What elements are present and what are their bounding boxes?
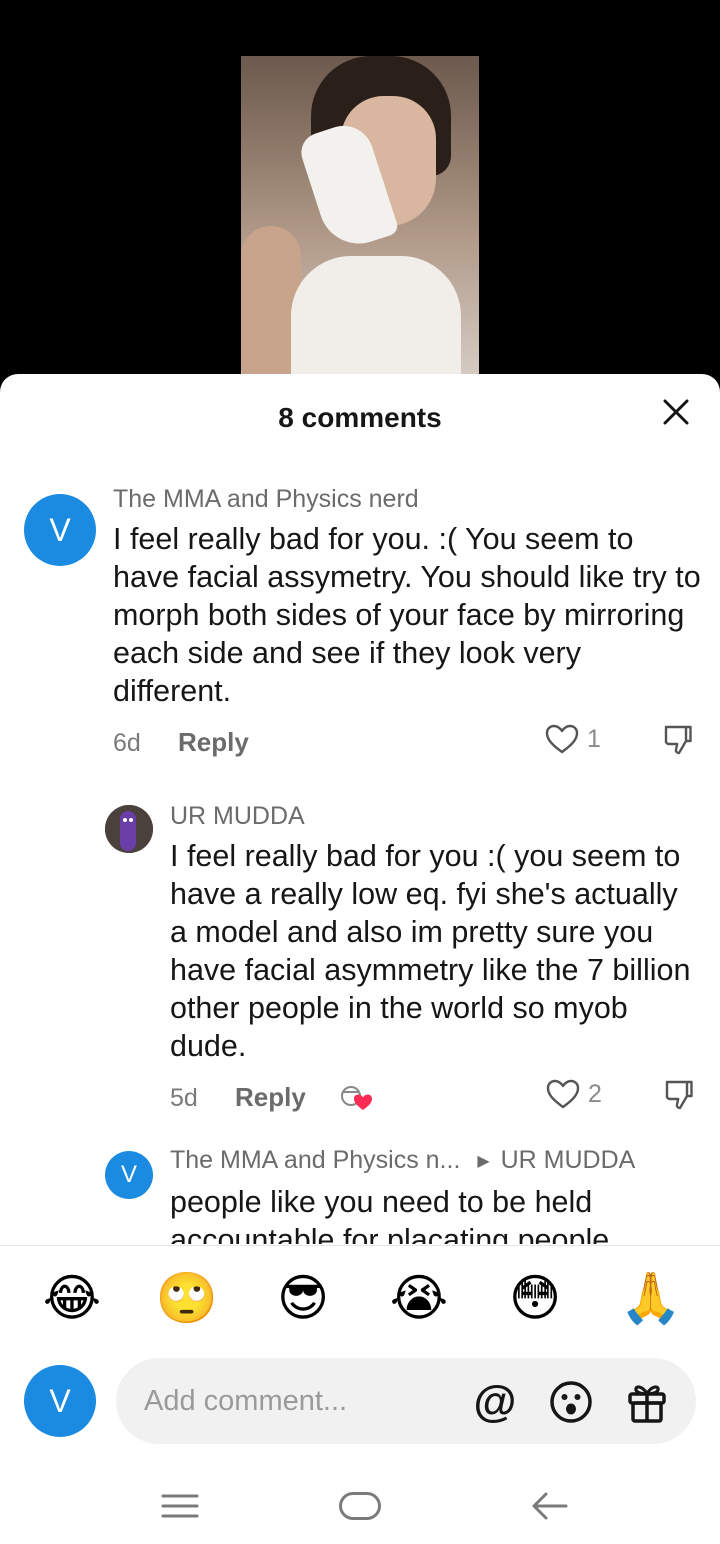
comment-meta: 5d Reply 2 <box>170 1079 700 1119</box>
video-background <box>0 0 720 390</box>
emoji-crying[interactable]: 😭 <box>387 1266 451 1330</box>
heart-outline-icon <box>546 1079 580 1109</box>
comment-meta: 6d Reply 1 <box>113 724 703 764</box>
emoji-sunglasses[interactable]: 😎 <box>271 1266 335 1330</box>
like-button[interactable]: 2 <box>546 1079 602 1109</box>
close-icon <box>663 399 689 425</box>
comment-age: 5d <box>170 1084 198 1112</box>
video-thumbnail[interactable] <box>241 56 479 386</box>
avatar[interactable]: V <box>105 1151 153 1199</box>
reply-button[interactable]: Reply <box>178 727 249 758</box>
emoji-tears-of-joy[interactable]: 😂 <box>40 1266 104 1330</box>
close-button[interactable] <box>660 396 692 428</box>
recent-apps-button[interactable] <box>150 1484 210 1528</box>
avatar-letter: V <box>120 1161 137 1188</box>
like-count: 2 <box>588 1079 602 1108</box>
comment-username[interactable]: The MMA and Physics n... <box>170 1146 460 1174</box>
at-sign-icon: @ <box>473 1377 517 1426</box>
gift-button[interactable] <box>623 1378 671 1426</box>
reply-button[interactable]: Reply <box>235 1082 306 1113</box>
mention-button[interactable]: @ <box>471 1378 519 1426</box>
avatar[interactable]: V <box>24 494 96 566</box>
like-button[interactable]: 1 <box>545 724 601 754</box>
comment-text: I feel really bad for you :( you seem to… <box>170 839 691 1063</box>
dislike-button[interactable] <box>664 1079 694 1118</box>
avatar-letter: V <box>49 1382 71 1419</box>
creator-liked-badge <box>337 1084 377 1121</box>
avatar[interactable] <box>105 805 153 853</box>
thumbs-down-icon <box>664 725 692 755</box>
back-arrow-icon <box>532 1492 568 1520</box>
emoji-eye-roll[interactable]: 🙄 <box>155 1266 219 1330</box>
comment-composer: V @ <box>0 1358 720 1448</box>
add-comment-input[interactable] <box>144 1378 464 1424</box>
comments-count-title: 8 comments <box>278 402 442 433</box>
home-button[interactable] <box>330 1484 390 1528</box>
thumbs-down-icon <box>665 1080 693 1110</box>
heart-outline-icon <box>545 724 579 754</box>
comment-input-container[interactable]: @ <box>116 1358 696 1444</box>
comment-username[interactable]: The MMA and Physics nerd <box>113 484 703 514</box>
home-pill-icon <box>339 1492 381 1520</box>
emoji-folded-hands[interactable]: 🙏 <box>619 1266 683 1330</box>
comment-age: 6d <box>113 729 141 757</box>
comment-text: I feel really bad for you. :( You seem t… <box>113 522 701 708</box>
my-avatar[interactable]: V <box>24 1365 96 1437</box>
dislike-button[interactable] <box>663 724 693 763</box>
avatar-letter: V <box>49 511 71 548</box>
reply-comment-item: V The MMA and Physics n... ▶ UR MUDDA pe… <box>105 1145 705 1244</box>
comment-text: people like you need to be held accounta… <box>170 1185 610 1244</box>
divider <box>0 1245 720 1246</box>
purple-character-avatar-icon <box>105 805 153 853</box>
reply-to-username[interactable]: UR MUDDA <box>501 1146 636 1174</box>
creator-liked-heart-icon <box>341 1086 372 1110</box>
emoji-picker-button[interactable] <box>547 1378 595 1426</box>
gift-icon <box>628 1385 666 1423</box>
comment-username-line: The MMA and Physics n... ▶ UR MUDDA <box>170 1145 700 1177</box>
system-navigation-bar <box>0 1470 720 1544</box>
like-count: 1 <box>587 724 601 753</box>
back-button[interactable] <box>520 1484 580 1528</box>
menu-lines-icon <box>161 1494 199 1518</box>
comments-sheet: 8 comments V The MMA and Physics nerd I … <box>0 374 720 1544</box>
comment-username[interactable]: UR MUDDA <box>170 801 700 831</box>
smiley-face-icon <box>550 1381 592 1423</box>
emoji-quick-bar: 😂 🙄 😎 😭 😳 🙏 <box>0 1266 720 1336</box>
reply-arrow-icon: ▶ <box>477 1153 490 1170</box>
emoji-flushed[interactable]: 😳 <box>503 1266 567 1330</box>
